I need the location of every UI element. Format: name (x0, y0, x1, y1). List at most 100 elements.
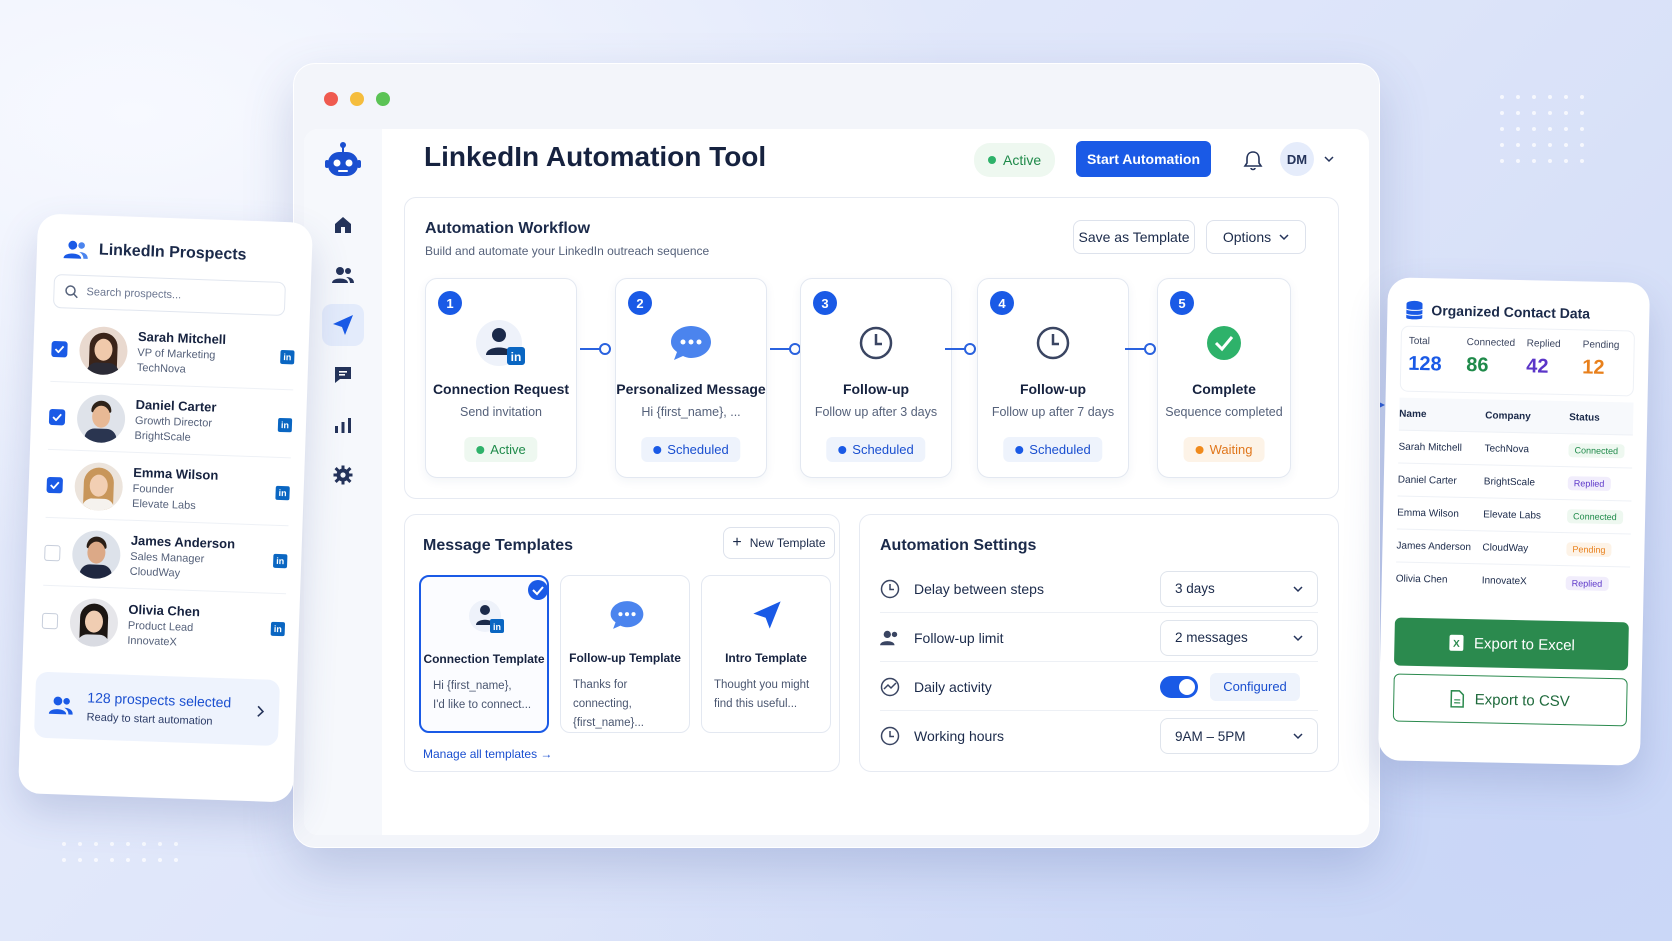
svg-text:X: X (1453, 639, 1460, 650)
contact-data-panel: Organized Contact Data Total 128 Connecte… (1377, 277, 1651, 766)
prospect-checkbox[interactable] (46, 476, 64, 493)
delay-select[interactable]: 3 days (1160, 570, 1318, 607)
sidebar-item-messages[interactable] (322, 354, 364, 396)
workflow-step-2[interactable]: 2 Personalized Message Hi {first_name}, … (615, 278, 767, 478)
chart-icon (335, 418, 351, 433)
table-row[interactable]: James Anderson CloudWay Pending (1396, 529, 1631, 568)
chat-icon (335, 367, 351, 383)
export-csv-button[interactable]: Export to CSV (1392, 673, 1628, 727)
step-status-scheduled: Scheduled (826, 437, 926, 462)
templates-card: Message Templates + New Template in Conne… (404, 514, 840, 772)
manage-templates-link[interactable]: Manage all templates → (423, 747, 552, 761)
save-template-button[interactable]: Save as Template (1073, 220, 1195, 254)
step-number: 2 (628, 291, 652, 315)
excel-icon: X (1448, 634, 1464, 651)
linkedin-icon[interactable]: in (270, 621, 286, 637)
user-linkedin-icon: in (469, 600, 504, 633)
robot-icon[interactable] (322, 139, 364, 181)
chevron-down-icon[interactable] (1324, 155, 1334, 163)
step-title: Personalized Message (616, 381, 766, 397)
stat-replied: Replied 42 (1526, 338, 1561, 378)
sidebar-item-users[interactable] (322, 254, 364, 296)
search-input[interactable]: Search prospects... (52, 273, 286, 317)
avatar[interactable]: DM (1280, 142, 1314, 176)
workflow-step-5[interactable]: 5 Complete Sequence completed Waiting (1157, 278, 1291, 478)
prospect-row[interactable]: James Anderson Sales Manager CloudWay in (43, 519, 289, 595)
prospect-company: TechNova (136, 361, 186, 376)
avatar (78, 325, 129, 376)
sidebar-item-home[interactable] (322, 204, 364, 246)
prospect-row[interactable]: Sarah Mitchell VP of Marketing TechNova in (50, 315, 296, 391)
clock-icon (859, 326, 893, 360)
status-text: Active (1003, 152, 1042, 168)
stat-connected: Connected 86 (1466, 336, 1516, 377)
step-title: Complete (1192, 381, 1256, 397)
selection-summary[interactable]: 128 prospects selected Ready to start au… (33, 671, 281, 747)
table-row[interactable]: Emma Wilson Elevate Labs Connected (1396, 496, 1632, 535)
daily-activity-toggle[interactable] (1160, 675, 1198, 698)
users-icon (63, 240, 88, 259)
window-minimize-dot[interactable] (350, 92, 364, 106)
working-hours-select[interactable]: 9AM – 5PM (1160, 718, 1318, 754)
bell-icon[interactable] (1242, 149, 1264, 171)
linkedin-icon[interactable]: in (280, 349, 295, 364)
start-automation-button[interactable]: Start Automation (1076, 141, 1211, 177)
prospect-row[interactable]: Daniel Carter Growth Director BrightScale … (47, 383, 294, 459)
sidebar-item-analytics[interactable] (322, 404, 364, 446)
linkedin-icon[interactable]: in (275, 485, 290, 500)
setting-daily-activity: Daily activity Configured (880, 663, 1318, 711)
step-connector (1125, 343, 1156, 355)
window-close-dot[interactable] (324, 92, 338, 106)
prospect-name: Sarah Mitchell (137, 328, 227, 348)
setting-label: Follow-up limit (914, 629, 1004, 646)
export-excel-button[interactable]: X Export to Excel (1393, 617, 1629, 671)
linkedin-icon[interactable]: in (272, 553, 288, 568)
avatar (76, 393, 126, 444)
template-card-connection[interactable]: in Connection Template Hi {first_name}, I… (419, 575, 549, 733)
step-title: Follow-up (842, 381, 910, 397)
sidebar-item-campaigns[interactable] (322, 304, 364, 346)
table-header: Name Company Status (1398, 397, 1634, 436)
table-row[interactable]: Olivia Chen InnovateX Replied (1395, 563, 1630, 601)
options-dropdown[interactable]: Options (1206, 220, 1306, 254)
prospect-checkbox[interactable] (44, 544, 61, 561)
followup-limit-select[interactable]: 2 messages (1160, 619, 1318, 656)
template-preview: Thanks for connecting, {first_name}... (573, 679, 644, 729)
linkedin-icon[interactable]: in (277, 417, 293, 432)
prospect-checkbox[interactable] (48, 408, 66, 425)
user-linkedin-icon: in (476, 320, 525, 366)
template-card-followup[interactable]: Follow-up Template Thanks for connecting… (560, 575, 690, 733)
prospect-row[interactable]: Olivia Chen Product Lead InnovateX in (41, 588, 286, 662)
step-desc: Follow up after 3 days (814, 405, 938, 419)
workflow-step-4[interactable]: 4 Follow-up Follow up after 7 days Sched… (977, 278, 1129, 478)
new-template-button[interactable]: + New Template (723, 527, 835, 559)
workflow-step-3[interactable]: 3 Follow-up Follow up after 3 days Sched… (800, 278, 952, 478)
page-title: LinkedIn Automation Tool (424, 141, 767, 172)
template-title: Follow-up Template (569, 651, 681, 665)
prospect-role: Sales Manager (130, 550, 205, 566)
prospect-checkbox[interactable] (51, 340, 68, 357)
setting-label: Delay between steps (914, 580, 1044, 597)
prospect-row[interactable]: Emma Wilson Founder Elevate Labs in (45, 451, 291, 527)
step-number: 4 (990, 291, 1014, 315)
sidebar-item-settings[interactable] (322, 454, 364, 496)
prospect-checkbox[interactable] (41, 612, 59, 630)
table-row[interactable]: Sarah Mitchell TechNova Connected (1398, 430, 1633, 469)
template-card-intro[interactable]: Intro Template Thought you might find thi… (701, 575, 831, 733)
prospect-company: Elevate Labs (131, 497, 196, 513)
workflow-subtitle: Build and automate your LinkedIn outreac… (425, 244, 710, 258)
window-maximize-dot[interactable] (376, 92, 390, 106)
settings-title: Automation Settings (880, 537, 1037, 554)
avatar (69, 597, 119, 648)
table-row[interactable]: Daniel Carter BrightScale Replied (1397, 463, 1633, 502)
step-status-active: Active (464, 437, 538, 462)
chevron-down-icon (1293, 585, 1303, 592)
workflow-step-1[interactable]: 1 in Connection Request Send invitation … (425, 278, 577, 478)
step-status-waiting: Waiting (1183, 437, 1265, 462)
chevron-down-icon (1279, 234, 1289, 241)
status-dot (988, 156, 996, 164)
activity-icon (880, 677, 900, 696)
plus-icon: + (732, 534, 742, 551)
chat-bubble-icon (610, 601, 644, 629)
step-title: Follow-up (1019, 381, 1087, 397)
